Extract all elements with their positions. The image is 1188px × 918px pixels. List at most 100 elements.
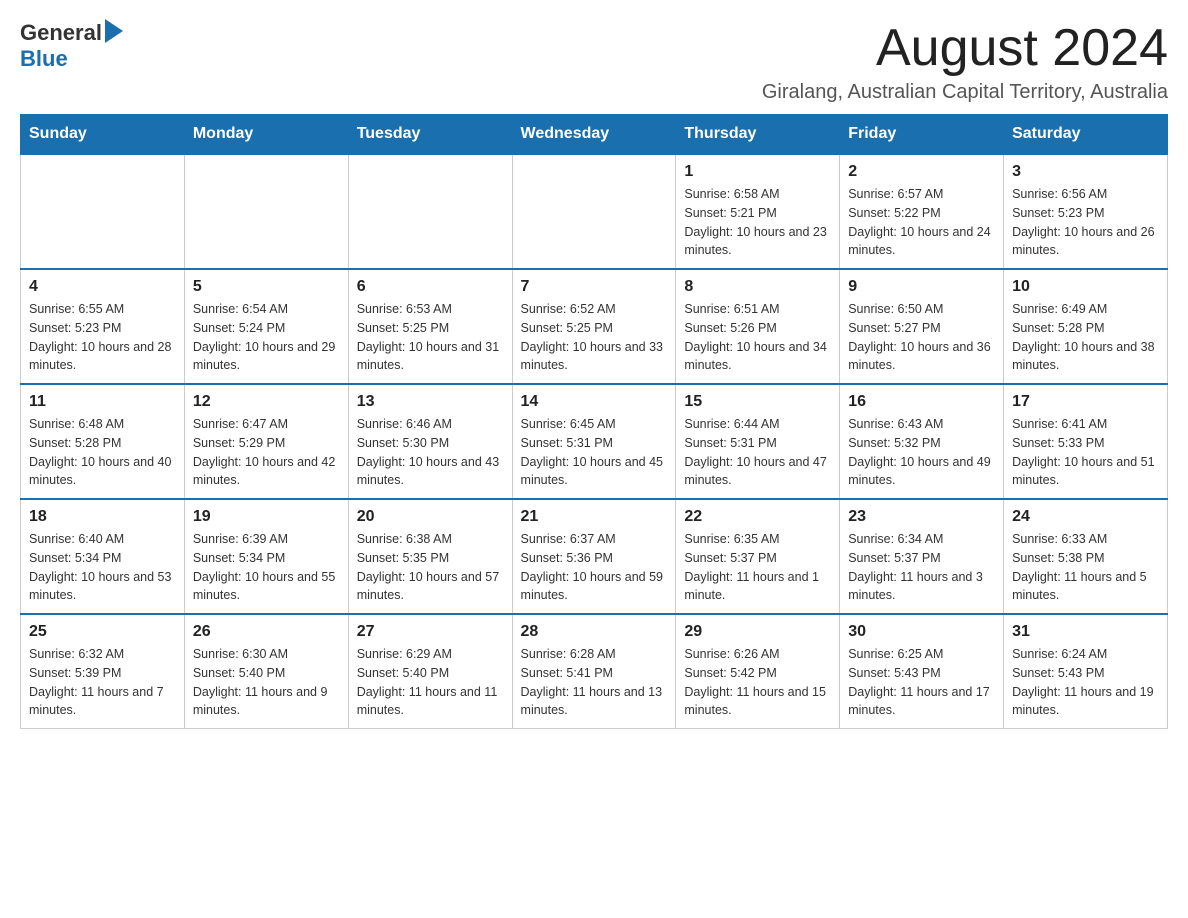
day-number: 12 [193,393,340,411]
location-title: Giralang, Australian Capital Territory, … [762,81,1168,104]
calendar-cell: 18Sunrise: 6:40 AMSunset: 5:34 PMDayligh… [21,499,185,614]
calendar-table: SundayMondayTuesdayWednesdayThursdayFrid… [20,114,1168,729]
day-number: 25 [29,623,176,641]
day-number: 29 [684,623,831,641]
header-row: SundayMondayTuesdayWednesdayThursdayFrid… [21,115,1168,155]
month-title: August 2024 [762,20,1168,77]
day-number: 11 [29,393,176,411]
calendar-cell: 31Sunrise: 6:24 AMSunset: 5:43 PMDayligh… [1004,614,1168,729]
day-number: 14 [521,393,668,411]
day-number: 21 [521,508,668,526]
calendar-cell: 1 Sunrise: 6:58 AMSunset: 5:21 PMDaylight… [676,154,840,269]
day-info: Sunrise: 6:50 AMSunset: 5:27 PMDaylight:… [848,300,995,375]
calendar-cell: 20 Sunrise: 6:38 AMSunset: 5:35 PMDayligh… [348,499,512,614]
day-info: Sunrise: 6:41 AMSunset: 5:33 PMDaylight:… [1012,415,1159,490]
calendar-cell: 15 Sunrise: 6:44 AMSunset: 5:31 PMDayligh… [676,384,840,499]
day-number: 26 [193,623,340,641]
day-info: Sunrise: 6:43 AMSunset: 5:32 PMDaylight:… [848,415,995,490]
day-info: Sunrise: 6:34 AMSunset: 5:37 PMDaylight:… [848,530,995,605]
day-number: 28 [521,623,668,641]
calendar-cell: 5 Sunrise: 6:54 AMSunset: 5:24 PMDaylight… [184,269,348,384]
calendar-cell: 8 Sunrise: 6:51 AMSunset: 5:26 PMDaylight… [676,269,840,384]
day-number: 15 [684,393,831,411]
day-info: Sunrise: 6:49 AMSunset: 5:28 PMDaylight:… [1012,300,1159,375]
day-number: 8 [684,278,831,296]
calendar-cell [512,154,676,269]
calendar-cell [21,154,185,269]
day-info: Sunrise: 6:26 AMSunset: 5:42 PMDaylight:… [684,645,831,720]
logo-general-text: General [20,20,102,46]
day-info: Sunrise: 6:39 AMSunset: 5:34 PMDaylight:… [193,530,340,605]
day-number: 31 [1012,623,1159,641]
day-number: 23 [848,508,995,526]
calendar-cell: 11Sunrise: 6:48 AMSunset: 5:28 PMDayligh… [21,384,185,499]
day-number: 7 [521,278,668,296]
logo-arrow-icon [105,19,123,43]
day-info: Sunrise: 6:56 AMSunset: 5:23 PMDaylight:… [1012,185,1159,260]
calendar-cell: 28 Sunrise: 6:28 AMSunset: 5:41 PMDayligh… [512,614,676,729]
calendar-cell: 14 Sunrise: 6:45 AMSunset: 5:31 PMDayligh… [512,384,676,499]
calendar-cell: 17Sunrise: 6:41 AMSunset: 5:33 PMDayligh… [1004,384,1168,499]
day-info: Sunrise: 6:55 AMSunset: 5:23 PMDaylight:… [29,300,176,375]
day-info: Sunrise: 6:40 AMSunset: 5:34 PMDaylight:… [29,530,176,605]
calendar-cell: 10 Sunrise: 6:49 AMSunset: 5:28 PMDayligh… [1004,269,1168,384]
day-info: Sunrise: 6:46 AMSunset: 5:30 PMDaylight:… [357,415,504,490]
calendar-week-2: 4 Sunrise: 6:55 AMSunset: 5:23 PMDaylight… [21,269,1168,384]
day-info: Sunrise: 6:44 AMSunset: 5:31 PMDaylight:… [684,415,831,490]
calendar-cell: 16 Sunrise: 6:43 AMSunset: 5:32 PMDayligh… [840,384,1004,499]
calendar-cell: 19 Sunrise: 6:39 AMSunset: 5:34 PMDayligh… [184,499,348,614]
page-header: General Blue August 2024 Giralang, Austr… [20,20,1168,104]
day-number: 6 [357,278,504,296]
day-number: 2 [848,163,995,181]
calendar-week-3: 11Sunrise: 6:48 AMSunset: 5:28 PMDayligh… [21,384,1168,499]
column-header-thursday: Thursday [676,115,840,155]
calendar-cell: 26 Sunrise: 6:30 AMSunset: 5:40 PMDayligh… [184,614,348,729]
day-number: 1 [684,163,831,181]
day-info: Sunrise: 6:51 AMSunset: 5:26 PMDaylight:… [684,300,831,375]
column-header-sunday: Sunday [21,115,185,155]
day-info: Sunrise: 6:45 AMSunset: 5:31 PMDaylight:… [521,415,668,490]
day-number: 9 [848,278,995,296]
calendar-cell: 29 Sunrise: 6:26 AMSunset: 5:42 PMDayligh… [676,614,840,729]
column-header-friday: Friday [840,115,1004,155]
day-number: 16 [848,393,995,411]
calendar-header: SundayMondayTuesdayWednesdayThursdayFrid… [21,115,1168,155]
day-info: Sunrise: 6:29 AMSunset: 5:40 PMDaylight:… [357,645,504,720]
column-header-monday: Monday [184,115,348,155]
calendar-cell: 13Sunrise: 6:46 AMSunset: 5:30 PMDayligh… [348,384,512,499]
day-info: Sunrise: 6:30 AMSunset: 5:40 PMDaylight:… [193,645,340,720]
day-info: Sunrise: 6:38 AMSunset: 5:35 PMDaylight:… [357,530,504,605]
day-info: Sunrise: 6:35 AMSunset: 5:37 PMDaylight:… [684,530,831,605]
title-section: August 2024 Giralang, Australian Capital… [762,20,1168,104]
day-number: 5 [193,278,340,296]
day-info: Sunrise: 6:58 AMSunset: 5:21 PMDaylight:… [684,185,831,260]
calendar-cell [348,154,512,269]
day-number: 4 [29,278,176,296]
day-number: 27 [357,623,504,641]
calendar-cell: 6 Sunrise: 6:53 AMSunset: 5:25 PMDaylight… [348,269,512,384]
calendar-week-5: 25 Sunrise: 6:32 AMSunset: 5:39 PMDayligh… [21,614,1168,729]
day-info: Sunrise: 6:54 AMSunset: 5:24 PMDaylight:… [193,300,340,375]
day-number: 10 [1012,278,1159,296]
day-info: Sunrise: 6:32 AMSunset: 5:39 PMDaylight:… [29,645,176,720]
calendar-week-4: 18Sunrise: 6:40 AMSunset: 5:34 PMDayligh… [21,499,1168,614]
day-number: 19 [193,508,340,526]
calendar-cell: 4 Sunrise: 6:55 AMSunset: 5:23 PMDaylight… [21,269,185,384]
day-info: Sunrise: 6:53 AMSunset: 5:25 PMDaylight:… [357,300,504,375]
day-number: 20 [357,508,504,526]
calendar-cell: 3 Sunrise: 6:56 AMSunset: 5:23 PMDaylight… [1004,154,1168,269]
calendar-cell: 21 Sunrise: 6:37 AMSunset: 5:36 PMDayligh… [512,499,676,614]
day-number: 3 [1012,163,1159,181]
column-header-saturday: Saturday [1004,115,1168,155]
calendar-week-1: 1 Sunrise: 6:58 AMSunset: 5:21 PMDaylight… [21,154,1168,269]
day-info: Sunrise: 6:52 AMSunset: 5:25 PMDaylight:… [521,300,668,375]
day-number: 24 [1012,508,1159,526]
day-info: Sunrise: 6:28 AMSunset: 5:41 PMDaylight:… [521,645,668,720]
calendar-cell: 30Sunrise: 6:25 AMSunset: 5:43 PMDayligh… [840,614,1004,729]
day-info: Sunrise: 6:37 AMSunset: 5:36 PMDaylight:… [521,530,668,605]
calendar-cell: 2Sunrise: 6:57 AMSunset: 5:22 PMDaylight… [840,154,1004,269]
column-header-wednesday: Wednesday [512,115,676,155]
day-info: Sunrise: 6:25 AMSunset: 5:43 PMDaylight:… [848,645,995,720]
logo-blue-text: Blue [20,46,68,72]
calendar-cell: 24Sunrise: 6:33 AMSunset: 5:38 PMDayligh… [1004,499,1168,614]
